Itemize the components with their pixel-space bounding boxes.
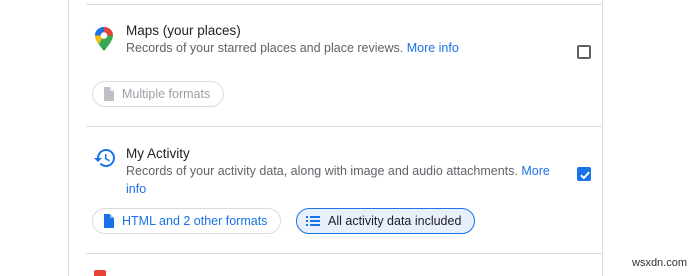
file-icon (103, 214, 114, 228)
divider-bottom (86, 253, 603, 254)
activity-title: My Activity (126, 146, 190, 161)
activity-format-label: HTML and 2 other formats (122, 214, 268, 228)
maps-description: Records of your starred places and place… (126, 39, 459, 57)
list-icon (306, 216, 320, 226)
check-icon (580, 171, 590, 180)
activity-more-label: More (521, 164, 550, 178)
divider-top (86, 4, 603, 5)
history-icon (93, 146, 117, 175)
maps-more-info-link[interactable]: More info (407, 41, 459, 55)
activity-checkbox[interactable] (577, 167, 591, 181)
maps-format-label: Multiple formats (122, 87, 211, 101)
activity-description-text: Records of your activity data, along wit… (126, 164, 518, 178)
activity-description: Records of your activity data, along wit… (126, 162, 566, 198)
maps-title: Maps (your places) (126, 23, 241, 38)
activity-data-label: All activity data included (328, 214, 462, 228)
next-product-icon (94, 270, 106, 276)
divider-middle (86, 126, 603, 127)
watermark: wsxdn.com (632, 257, 688, 269)
maps-format-chip: Multiple formats (92, 81, 225, 107)
maps-checkbox[interactable] (577, 45, 591, 59)
file-icon (103, 87, 114, 101)
activity-data-chip[interactable]: All activity data included (296, 208, 476, 234)
activity-info-label: info (126, 182, 147, 196)
activity-format-chip[interactable]: HTML and 2 other formats (92, 208, 282, 234)
maps-description-text: Records of your starred places and place… (126, 41, 404, 55)
maps-pin-icon (93, 26, 115, 57)
